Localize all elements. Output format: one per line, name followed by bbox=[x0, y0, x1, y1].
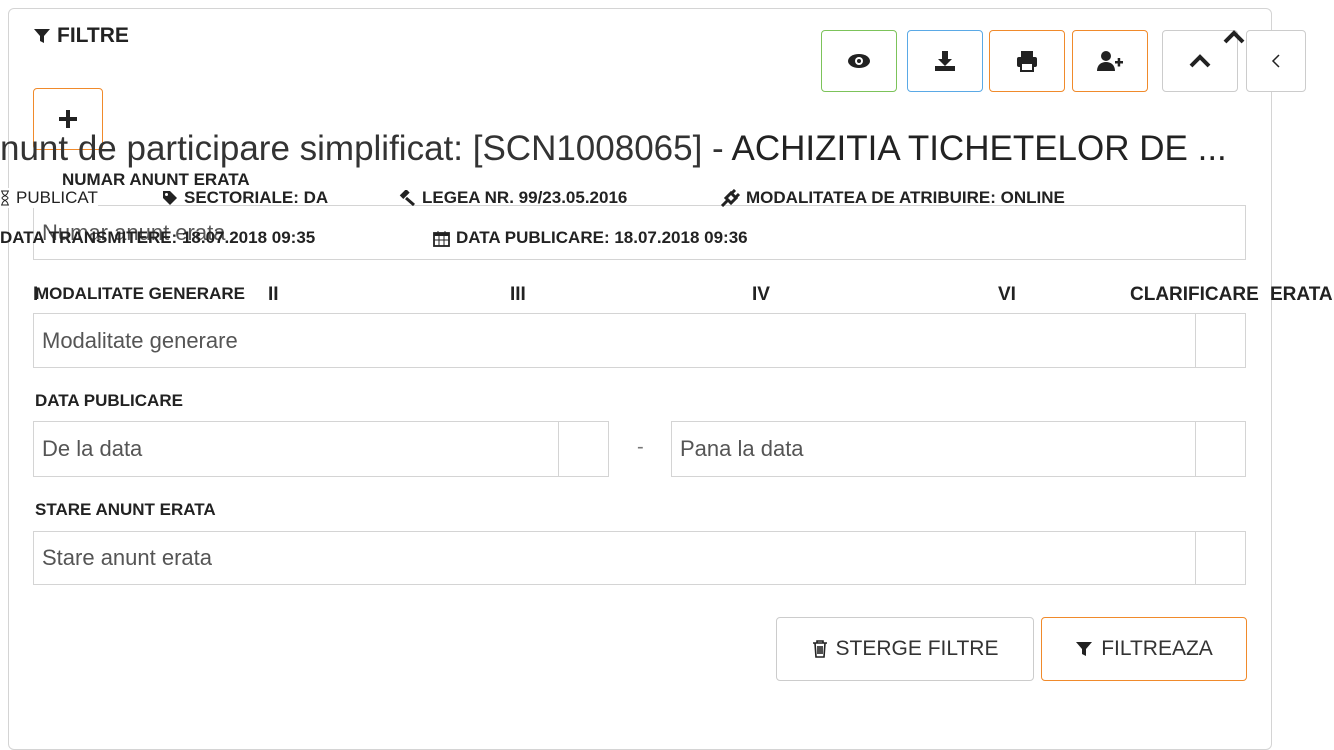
modalitate-label: MODALITATE GENERARE bbox=[35, 284, 245, 303]
tab-erata[interactable]: ERATA bbox=[1270, 284, 1333, 306]
numar-label: NUMAR ANUNT ERATA bbox=[62, 170, 250, 189]
pana-la-data-input[interactable]: Pana la data bbox=[671, 421, 1196, 477]
apply-filters-button[interactable]: FILTREAZA bbox=[1041, 617, 1247, 681]
add-user-button[interactable] bbox=[1072, 30, 1148, 92]
de-la-data-input[interactable]: De la data bbox=[33, 421, 559, 477]
download-icon bbox=[935, 51, 955, 71]
back-button[interactable] bbox=[1246, 30, 1306, 92]
de-la-calendar-toggle[interactable] bbox=[559, 421, 609, 477]
calendar-icon bbox=[433, 230, 450, 247]
status-badge: PUBLICAT bbox=[0, 188, 98, 208]
download-button[interactable] bbox=[907, 30, 983, 92]
stare-dropdown-toggle[interactable] bbox=[1196, 531, 1246, 585]
tab-ii[interactable]: II bbox=[268, 284, 279, 306]
filter-icon bbox=[34, 29, 50, 43]
tag-icon bbox=[163, 191, 177, 205]
tab-i[interactable]: I bbox=[33, 284, 38, 306]
eye-icon bbox=[848, 54, 870, 68]
plus-icon bbox=[59, 110, 77, 128]
print-button[interactable] bbox=[989, 30, 1065, 92]
tab-vi[interactable]: VI bbox=[998, 284, 1016, 306]
tab-clarificare[interactable]: CLARIFICARE bbox=[1130, 284, 1259, 306]
view-button[interactable] bbox=[821, 30, 897, 92]
notice-title: nunt de participare simplificat: [SCN100… bbox=[0, 129, 1227, 168]
data-publicare-info: DATA PUBLICARE: 18.07.2018 09:36 bbox=[433, 228, 748, 248]
print-icon bbox=[1017, 51, 1037, 72]
chevron-left-icon bbox=[1271, 54, 1280, 68]
sectoriale-info: SECTORIALE: DA bbox=[162, 188, 328, 208]
stare-select[interactable]: Stare anunt erata bbox=[33, 531, 1196, 585]
stare-label: STARE ANUNT ERATA bbox=[35, 500, 216, 519]
chevron-up-icon bbox=[1223, 30, 1245, 44]
data-publicare-label: DATA PUBLICARE bbox=[35, 391, 183, 410]
data-transmitere-info: DATA TRANSMITERE: 18.07.2018 09:35 bbox=[0, 228, 316, 247]
clear-filters-button[interactable]: STERGE FILTRE bbox=[776, 617, 1034, 681]
trash-icon bbox=[812, 640, 827, 658]
filter-title: FILTRE bbox=[33, 24, 129, 48]
filter-icon bbox=[1076, 642, 1093, 656]
chevron-up-icon bbox=[1189, 54, 1211, 68]
legea-info: LEGEA NR. 99/23.05.2016 bbox=[398, 188, 627, 208]
tab-iv[interactable]: IV bbox=[752, 284, 770, 306]
date-separator: - bbox=[637, 436, 644, 458]
hourglass-icon bbox=[1, 190, 9, 206]
modalitate-info: MODALITATEA DE ATRIBUIRE: ONLINE bbox=[720, 188, 1065, 208]
tab-iii[interactable]: III bbox=[510, 284, 526, 306]
plug-icon bbox=[720, 189, 740, 207]
modalitate-dropdown-toggle[interactable] bbox=[1196, 313, 1246, 368]
add-user-icon bbox=[1097, 51, 1123, 71]
modalitate-select[interactable]: Modalitate generare bbox=[33, 313, 1196, 368]
gavel-icon bbox=[399, 190, 415, 206]
pana-la-calendar-toggle[interactable] bbox=[1196, 421, 1246, 477]
